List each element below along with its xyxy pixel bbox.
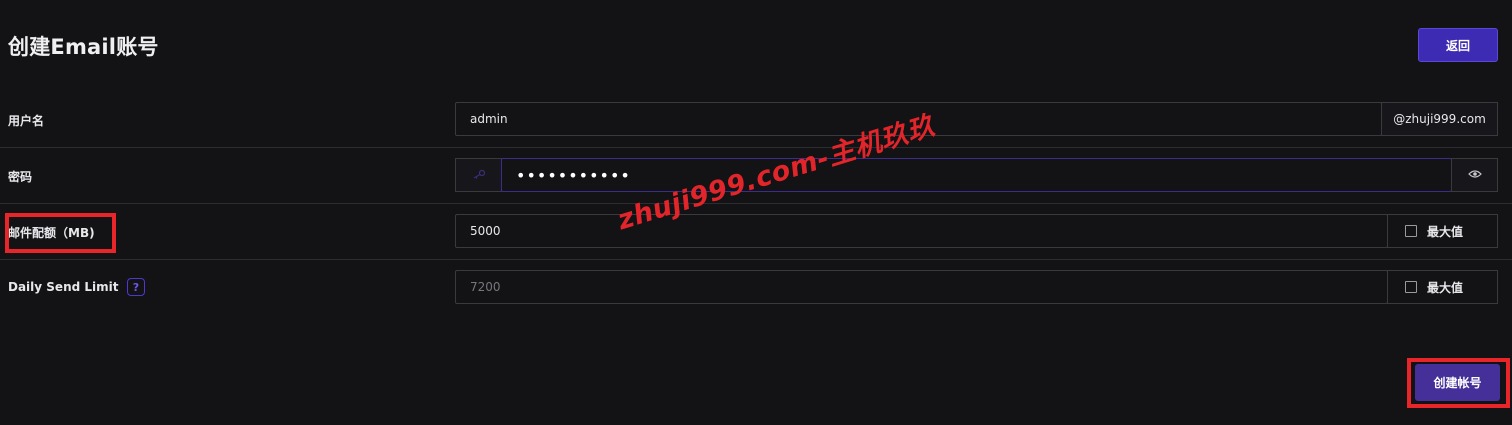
password-label: 密码 [8, 170, 33, 184]
quota-input[interactable]: 5000 [455, 214, 1388, 248]
username-label: 用户名 [8, 114, 45, 128]
daily-limit-input[interactable]: 7200 [455, 270, 1388, 304]
daily-limit-label: Daily Send Limit [8, 280, 119, 294]
eye-icon [1467, 168, 1482, 182]
divider [0, 147, 1512, 148]
quota-max-checkbox[interactable] [1405, 225, 1417, 237]
password-toggle-button[interactable] [1451, 158, 1498, 192]
username-value: admin [470, 112, 508, 126]
password-value: ••••••••••• [516, 165, 631, 185]
help-icon[interactable]: ? [127, 278, 145, 296]
divider [0, 203, 1512, 204]
divider [0, 259, 1512, 260]
password-key-addon [455, 158, 502, 192]
daily-limit-max-checkbox[interactable] [1405, 281, 1417, 293]
create-email-page: 创建Email账号 返回 用户名 admin @zhuji999.com 密码 … [0, 0, 1512, 425]
daily-limit-max-label: 最大值 [1427, 280, 1464, 295]
quota-value: 5000 [470, 224, 501, 238]
daily-limit-max-toggle[interactable]: 最大值 [1387, 270, 1498, 304]
page-title: 创建Email账号 [8, 35, 159, 59]
quota-max-label: 最大值 [1427, 224, 1464, 239]
quota-max-toggle[interactable]: 最大值 [1387, 214, 1498, 248]
highlight-box-quota [5, 213, 116, 253]
daily-limit-placeholder: 7200 [470, 280, 501, 294]
password-input[interactable]: ••••••••••• [501, 158, 1452, 192]
domain-suffix: @zhuji999.com [1381, 102, 1498, 136]
key-icon [472, 168, 486, 182]
highlight-box-create [1407, 358, 1510, 408]
back-button[interactable]: 返回 [1418, 28, 1498, 62]
